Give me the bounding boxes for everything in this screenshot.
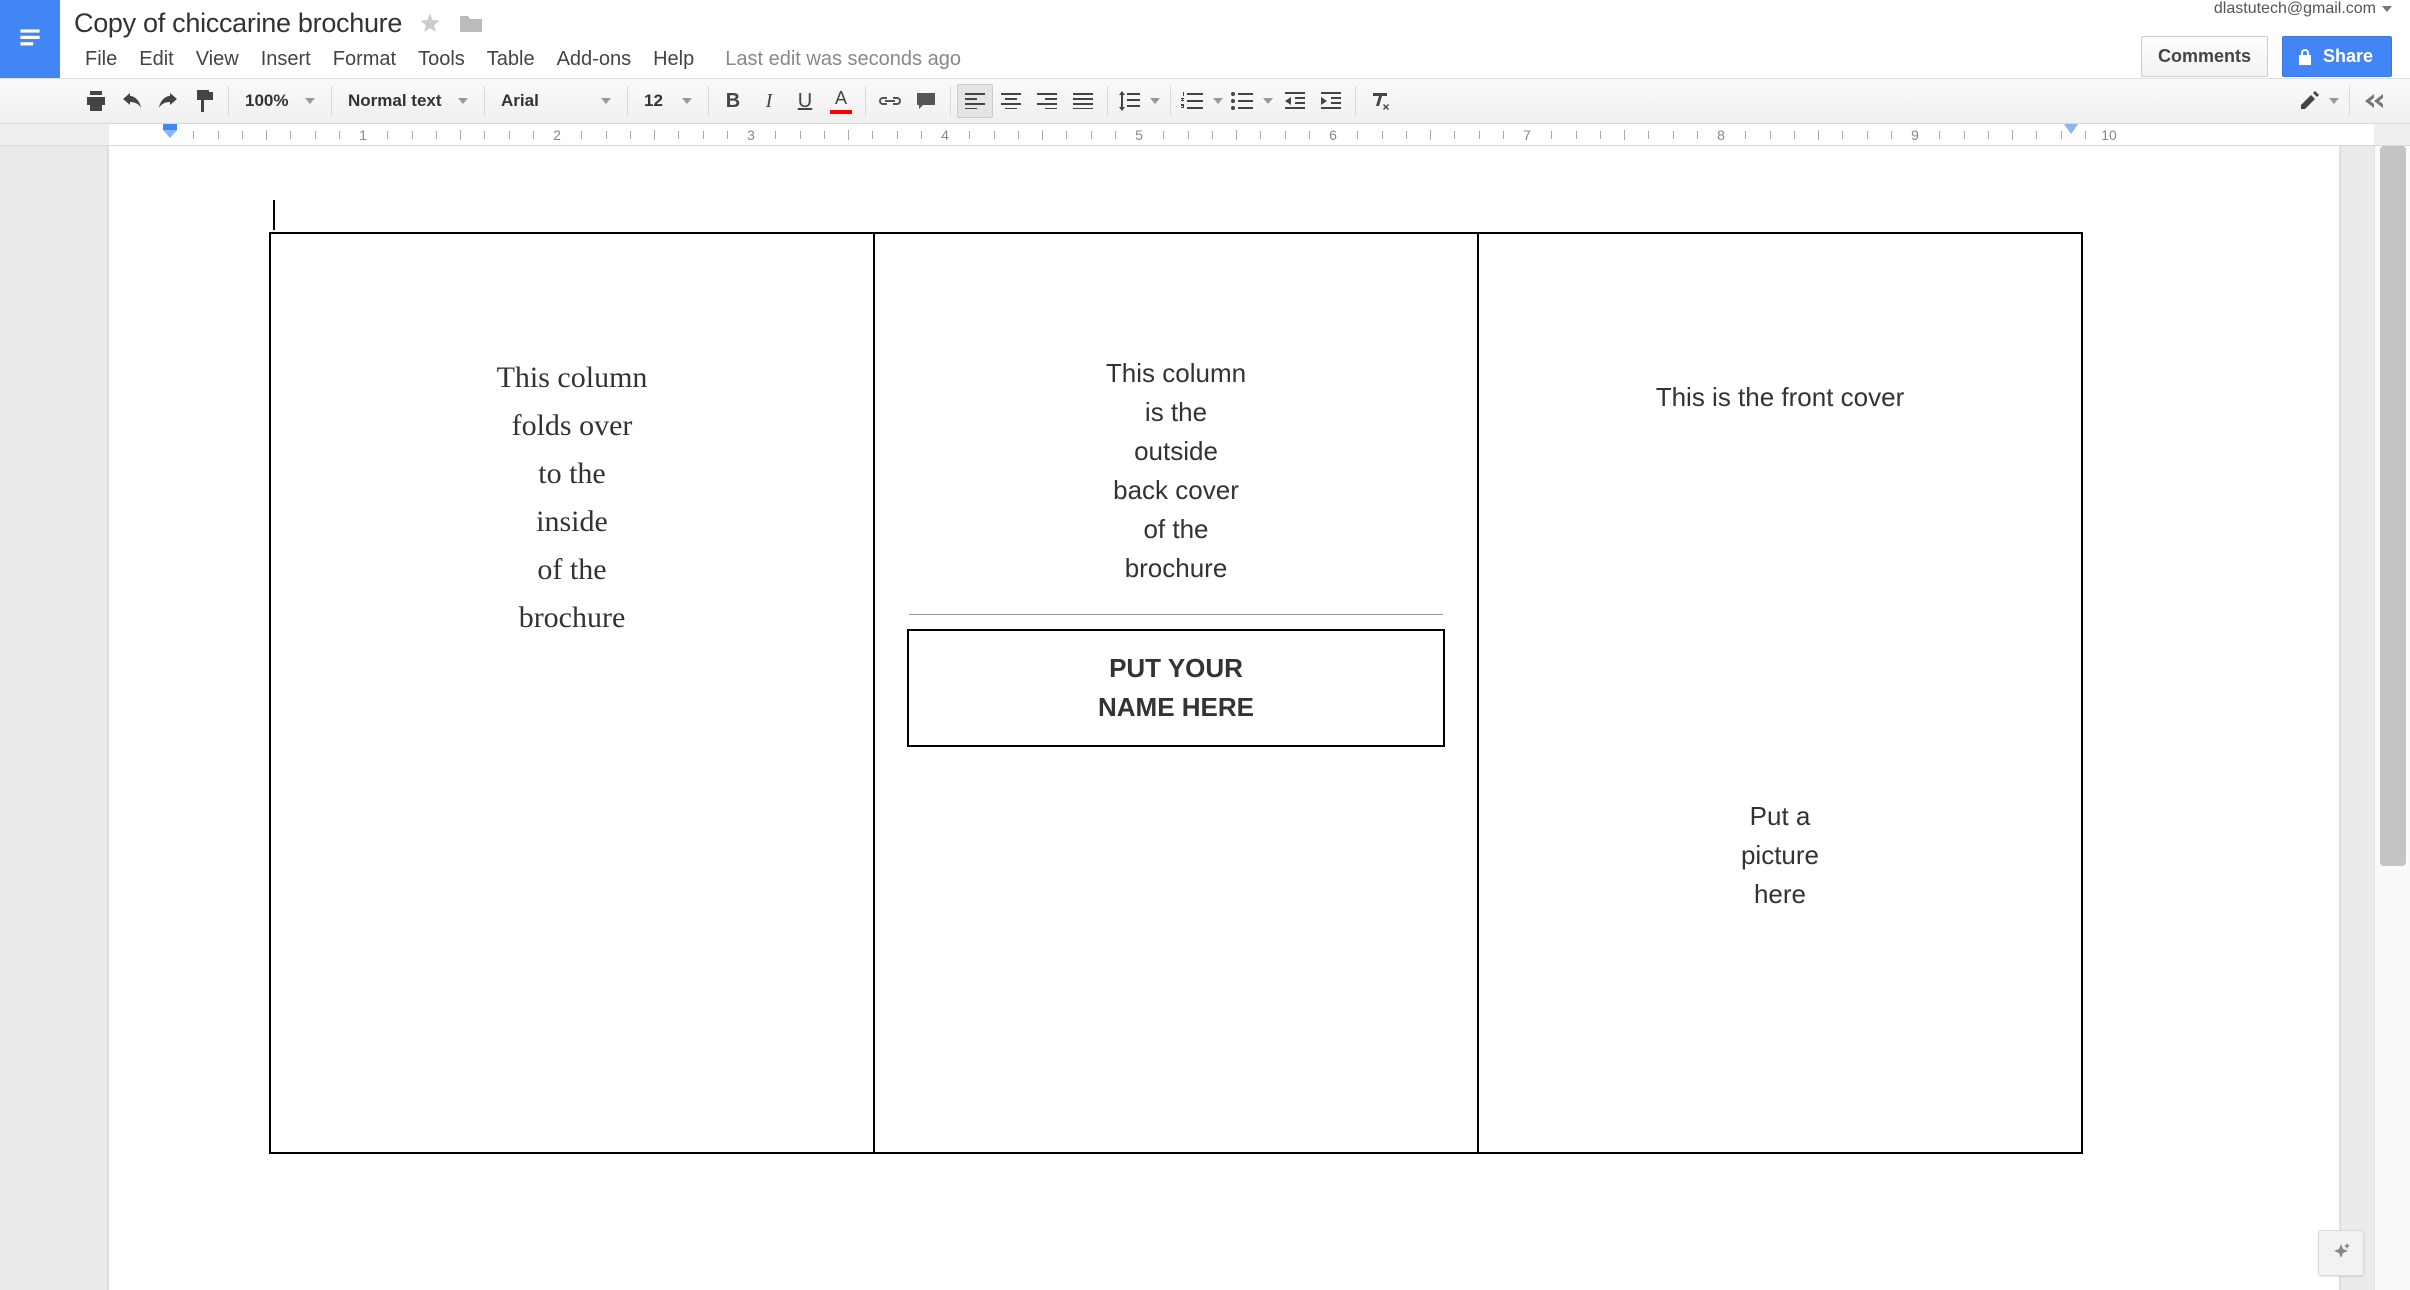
menu-addons[interactable]: Add-ons: [546, 42, 643, 77]
ruler-number: 2: [553, 127, 561, 143]
menu-tools[interactable]: Tools: [407, 42, 476, 77]
text-cursor: [273, 200, 275, 230]
ruler-number: 9: [1911, 127, 1919, 143]
paragraph-style-select[interactable]: Normal text: [338, 84, 478, 118]
column-3-front-text: This is the front cover: [1509, 354, 2051, 417]
toolbar: 100% Normal text Arial 12 B I U A: [0, 78, 2410, 124]
font-select[interactable]: Arial: [491, 84, 621, 118]
menu-view[interactable]: View: [185, 42, 250, 77]
caret-down-icon: [458, 98, 468, 104]
font-value: Arial: [501, 91, 591, 111]
ruler-number: 6: [1329, 127, 1337, 143]
ruler-number: 1: [359, 127, 367, 143]
redo-button[interactable]: [150, 84, 186, 118]
menu-edit[interactable]: Edit: [128, 42, 184, 77]
brochure-table[interactable]: This columnfolds overto theinsideof theb…: [269, 232, 2083, 1154]
paragraph-style-value: Normal text: [348, 91, 448, 111]
vertical-scrollbar[interactable]: [2374, 146, 2410, 1290]
decrease-indent-button[interactable]: [1277, 84, 1313, 118]
menu-file[interactable]: File: [74, 42, 128, 77]
horizontal-rule: [909, 614, 1443, 615]
ruler-left-indent[interactable]: [163, 124, 177, 144]
docs-app-icon[interactable]: [0, 0, 60, 78]
print-button[interactable]: [78, 84, 114, 118]
bulleted-list-button[interactable]: [1227, 84, 1277, 118]
caret-down-icon: [305, 98, 315, 104]
folder-icon[interactable]: [458, 12, 484, 34]
table-cell-1[interactable]: This columnfolds overto theinsideof theb…: [270, 233, 874, 1153]
insert-link-button[interactable]: [872, 84, 908, 118]
italic-button[interactable]: I: [751, 84, 787, 118]
lock-icon: [2297, 48, 2313, 66]
align-justify-button[interactable]: [1065, 84, 1101, 118]
ruler-number: 4: [941, 127, 949, 143]
collapse-toolbar-button[interactable]: [2356, 84, 2392, 118]
align-center-button[interactable]: [993, 84, 1029, 118]
account-menu[interactable]: dlastutech@gmail.com: [2214, 0, 2392, 18]
bold-button[interactable]: B: [715, 84, 751, 118]
menu-format[interactable]: Format: [322, 42, 407, 77]
menu-table[interactable]: Table: [476, 42, 546, 77]
zoom-select[interactable]: 100%: [235, 84, 325, 118]
insert-comment-button[interactable]: [908, 84, 944, 118]
comments-button[interactable]: Comments: [2141, 36, 2268, 77]
account-caret-icon: [2382, 6, 2392, 12]
clear-formatting-button[interactable]: [1362, 84, 1398, 118]
line-spacing-button[interactable]: [1114, 84, 1164, 118]
caret-down-icon: [2329, 98, 2339, 104]
editing-mode-button[interactable]: [2295, 84, 2343, 118]
ruler-number: 5: [1135, 127, 1143, 143]
font-size-value: 12: [644, 91, 672, 111]
table-cell-2[interactable]: This columnis theoutsideback coverof the…: [874, 233, 1478, 1153]
user-email: dlastutech@gmail.com: [2214, 0, 2376, 18]
caret-down-icon: [601, 98, 611, 104]
align-right-button[interactable]: [1029, 84, 1065, 118]
caret-down-icon: [1263, 98, 1273, 104]
underline-button[interactable]: U: [787, 84, 823, 118]
column-3-picture-text: Put apicturehere: [1509, 797, 2051, 914]
menu-insert[interactable]: Insert: [250, 42, 322, 77]
text-color-button[interactable]: A: [823, 84, 859, 118]
caret-down-icon: [1213, 98, 1223, 104]
text-color-swatch: [830, 110, 852, 114]
ruler-right-indent[interactable]: [2064, 124, 2078, 138]
horizontal-ruler[interactable]: 1 2 3 4 5 6 7 8 9 10: [0, 124, 2410, 146]
vertical-scrollbar-thumb[interactable]: [2380, 146, 2406, 866]
align-left-button[interactable]: [957, 84, 993, 118]
page: This columnfolds overto theinsideof theb…: [109, 146, 2339, 1290]
undo-button[interactable]: [114, 84, 150, 118]
caret-down-icon: [1150, 98, 1160, 104]
ruler-number: 7: [1523, 127, 1531, 143]
star-icon[interactable]: [418, 11, 442, 35]
zoom-value: 100%: [245, 91, 295, 111]
caret-down-icon: [682, 98, 692, 104]
share-button[interactable]: Share: [2282, 36, 2392, 77]
column-1-text: This columnfolds overto theinsideof theb…: [301, 354, 843, 642]
share-label: Share: [2323, 46, 2373, 67]
menu-help[interactable]: Help: [642, 42, 705, 77]
document-title[interactable]: Copy of chiccarine brochure: [74, 8, 402, 39]
table-cell-3[interactable]: This is the front cover Put apicturehere: [1478, 233, 2082, 1153]
ruler-number: 10: [2101, 127, 2117, 143]
paint-format-button[interactable]: [186, 84, 222, 118]
ruler-number: 8: [1717, 127, 1725, 143]
last-edit-text: Last edit was seconds ago: [705, 48, 961, 71]
increase-indent-button[interactable]: [1313, 84, 1349, 118]
name-box: PUT YOURNAME HERE: [907, 629, 1445, 747]
explore-icon: [2330, 1242, 2352, 1264]
docs-logo-icon: [17, 23, 43, 55]
ruler-number: 3: [747, 127, 755, 143]
column-2-text: This columnis theoutsideback coverof the…: [905, 354, 1447, 588]
numbered-list-button[interactable]: [1177, 84, 1227, 118]
explore-button[interactable]: [2318, 1230, 2364, 1276]
document-canvas[interactable]: This columnfolds overto theinsideof theb…: [0, 146, 2374, 1290]
font-size-select[interactable]: 12: [634, 84, 702, 118]
